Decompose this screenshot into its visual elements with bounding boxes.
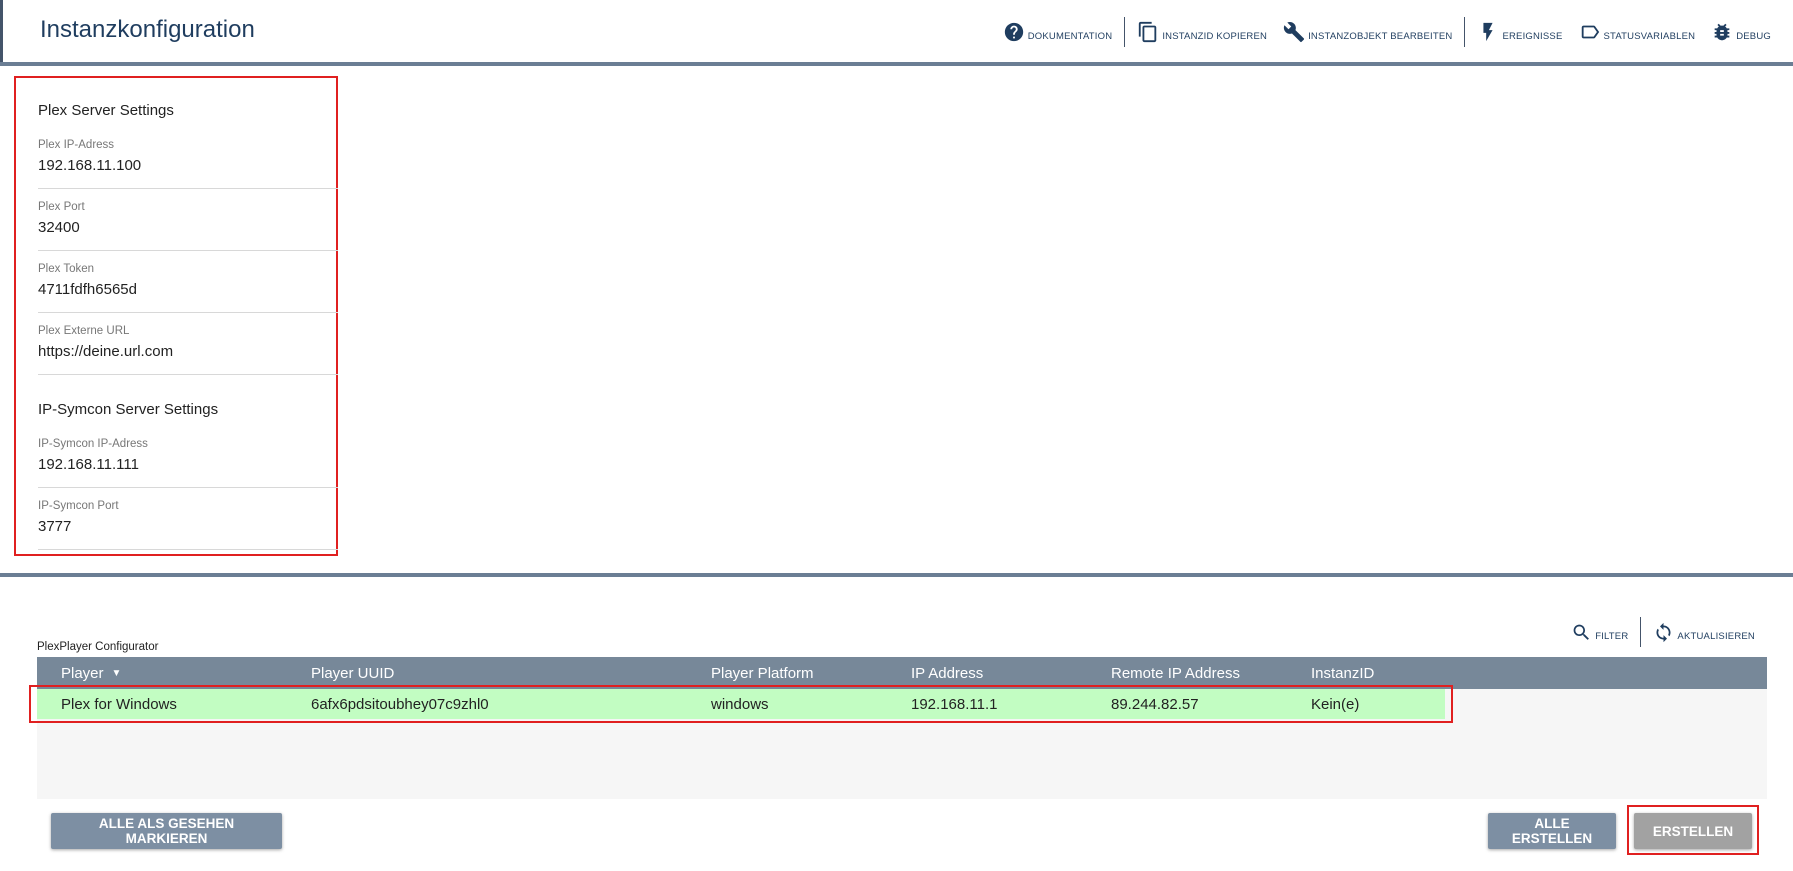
symcon-port-input[interactable] — [38, 518, 318, 535]
create-all-button[interactable]: Alle erstellen — [1488, 813, 1616, 849]
events-button[interactable]: Ereignisse — [1469, 18, 1570, 46]
plex-ip-input[interactable] — [38, 157, 318, 174]
copy-icon — [1139, 21, 1157, 43]
filter-button[interactable]: Filter — [1563, 618, 1636, 646]
symcon-section-title: IP-Symcon Server Settings — [38, 401, 219, 418]
plex-external-url-input[interactable] — [38, 343, 318, 360]
column-header-platform[interactable]: Player Platform — [711, 665, 814, 682]
symcon-ip-field: IP-Symcon IP-Adress — [38, 438, 338, 488]
filter-label: Filter — [1595, 630, 1629, 642]
help-circle-icon — [1004, 22, 1023, 42]
search-icon — [1573, 624, 1590, 640]
plex-section-title: Plex Server Settings — [38, 102, 174, 119]
instance-configuration-page: Instanzkonfiguration Dokumentation Insta… — [0, 0, 1793, 871]
section-divider — [0, 573, 1793, 577]
settings-form: Plex Server Settings Plex IP-Adress Plex… — [14, 76, 338, 556]
column-header-instance-id[interactable]: InstanzID — [1311, 665, 1374, 682]
status-variables-button[interactable]: Statusvariablen — [1571, 18, 1704, 46]
sort-desc-icon: ▼ — [111, 668, 122, 679]
configurator-label: PlexPlayer Configurator — [37, 641, 159, 653]
tag-icon — [1581, 25, 1599, 39]
header-divider — [0, 62, 1793, 66]
player-table: Player ▼ Player UUID Player Platform IP A… — [37, 657, 1767, 799]
plex-port-field: Plex Port — [38, 201, 338, 251]
lightning-icon — [1483, 22, 1494, 42]
column-header-player[interactable]: Player ▼ — [61, 665, 121, 682]
plex-port-input[interactable] — [38, 219, 318, 236]
column-header-uuid[interactable]: Player UUID — [311, 665, 394, 682]
debug-button[interactable]: Debug — [1703, 18, 1779, 46]
copy-instance-id-button[interactable]: InstanzID kopieren — [1129, 18, 1275, 46]
documentation-button[interactable]: Dokumentation — [995, 18, 1121, 46]
edit-instance-object-button[interactable]: Instanzobjekt bearbeiten — [1275, 18, 1460, 46]
symcon-port-field: IP-Symcon Port — [38, 500, 338, 550]
status-variables-label: Statusvariablen — [1603, 30, 1696, 42]
symcon-ip-label: IP-Symcon IP-Adress — [38, 438, 148, 450]
plex-ip-field: Plex IP-Adress — [38, 139, 338, 189]
plex-token-input[interactable] — [38, 281, 318, 298]
events-label: Ereignisse — [1502, 30, 1563, 42]
toolbar-separator — [1464, 17, 1466, 47]
documentation-label: Dokumentation — [1027, 30, 1113, 42]
bug-icon — [1714, 23, 1730, 41]
column-header-remote-ip[interactable]: Remote IP Address — [1111, 665, 1240, 682]
plex-external-url-field: Plex Externe URL — [38, 325, 338, 375]
plex-external-url-label: Plex Externe URL — [38, 325, 130, 337]
symcon-port-label: IP-Symcon Port — [38, 500, 119, 512]
header-toolbar: Dokumentation InstanzID kopieren Instanz… — [995, 17, 1779, 47]
wrench-icon — [1283, 22, 1305, 43]
row-annotation-box — [29, 685, 1453, 723]
toolbar-separator — [1124, 17, 1126, 47]
create-annotation-box — [1627, 805, 1759, 855]
plex-token-label: Plex Token — [38, 263, 95, 275]
mark-all-seen-button[interactable]: Alle als gesehen markieren — [51, 813, 282, 849]
symcon-ip-input[interactable] — [38, 456, 318, 473]
column-header-ip[interactable]: IP Address — [911, 665, 983, 682]
list-toolbar: Filter Aktualisieren — [1563, 617, 1763, 647]
debug-label: Debug — [1736, 30, 1771, 42]
plex-token-field: Plex Token — [38, 263, 338, 313]
plex-port-label: Plex Port — [38, 201, 85, 213]
header: Instanzkonfiguration Dokumentation Insta… — [0, 0, 1793, 62]
edit-instance-object-label: Instanzobjekt bearbeiten — [1308, 30, 1453, 42]
refresh-button[interactable]: Aktualisieren — [1645, 618, 1763, 646]
refresh-icon — [1656, 622, 1671, 642]
toolbar-separator — [1640, 617, 1642, 647]
copy-instance-id-label: InstanzID kopieren — [1162, 30, 1268, 42]
refresh-label: Aktualisieren — [1677, 630, 1755, 642]
column-header-label: Player — [61, 665, 104, 682]
plex-ip-label: Plex IP-Adress — [38, 139, 115, 151]
page-title: Instanzkonfiguration — [40, 16, 255, 43]
